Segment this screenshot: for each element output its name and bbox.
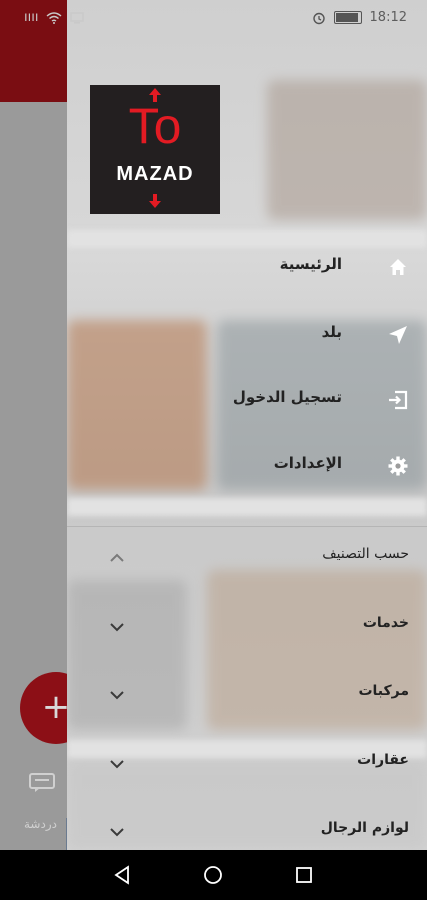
chat-tab-label: دردشة bbox=[24, 817, 57, 831]
battery-icon bbox=[333, 11, 362, 24]
header-background-image bbox=[267, 80, 427, 220]
menu-item-settings[interactable]: الإعدادات bbox=[67, 446, 427, 486]
categories-header-label: حسب التصنيف bbox=[322, 546, 409, 562]
logo-text-to: To bbox=[128, 98, 182, 154]
category-label: مركبات bbox=[358, 683, 409, 699]
category-item-vehicles[interactable]: مركبات bbox=[67, 675, 427, 715]
menu-divider bbox=[67, 526, 427, 527]
status-time: 18:12 bbox=[369, 10, 407, 25]
category-item-real-estate[interactable]: عقارات bbox=[67, 744, 427, 784]
status-left: ıııı bbox=[24, 10, 85, 25]
gear-icon bbox=[388, 456, 408, 476]
status-bar: ıııı 18:12 bbox=[0, 0, 427, 36]
category-item-mens-supplies[interactable]: لوازم الرجال bbox=[67, 812, 427, 850]
chat-icon bbox=[29, 773, 55, 792]
home-icon bbox=[390, 259, 406, 275]
logo-text-mazad: MAZAD bbox=[116, 163, 194, 185]
recent-apps-icon[interactable] bbox=[295, 866, 313, 884]
chevron-down-icon bbox=[110, 828, 124, 837]
status-right: 18:12 bbox=[312, 10, 407, 25]
signal-indicator: ıııı bbox=[24, 10, 39, 25]
menu-item-label: تسجيل الدخول bbox=[232, 388, 342, 406]
menu-item-label: الرئيسية bbox=[279, 255, 342, 273]
chevron-down-icon bbox=[110, 760, 124, 769]
chevron-down-icon bbox=[110, 623, 124, 632]
background-shelf bbox=[67, 230, 427, 248]
menu-item-home[interactable]: الرئيسية bbox=[67, 247, 427, 287]
home-nav-icon[interactable] bbox=[203, 865, 223, 885]
navigation-arrow-icon bbox=[389, 326, 407, 344]
navigation-drawer: To MAZAD الرئيسية بلد تسجيل الدخول الإعد… bbox=[67, 0, 427, 850]
alarm-icon bbox=[312, 12, 325, 24]
category-label: خدمات bbox=[362, 615, 409, 631]
category-label: عقارات bbox=[357, 752, 409, 768]
back-icon[interactable] bbox=[112, 865, 132, 885]
chevron-up-icon bbox=[110, 553, 124, 562]
category-item-services[interactable]: خدمات bbox=[67, 607, 427, 647]
arrow-down-icon bbox=[149, 194, 161, 208]
background-shelf bbox=[67, 498, 427, 516]
screen-icon bbox=[70, 11, 85, 23]
system-navigation-bar bbox=[0, 850, 427, 900]
menu-item-label: بلد bbox=[321, 323, 342, 341]
menu-item-login[interactable]: تسجيل الدخول bbox=[67, 380, 427, 420]
category-label: لوازم الرجال bbox=[320, 820, 409, 836]
menu-item-label: الإعدادات bbox=[273, 454, 342, 472]
login-icon bbox=[389, 390, 408, 410]
categories-section-header[interactable]: حسب التصنيف bbox=[67, 538, 427, 578]
wifi-icon bbox=[46, 11, 62, 24]
chevron-down-icon bbox=[110, 691, 124, 700]
menu-item-country[interactable]: بلد bbox=[67, 315, 427, 355]
app-logo: To MAZAD bbox=[90, 85, 220, 214]
